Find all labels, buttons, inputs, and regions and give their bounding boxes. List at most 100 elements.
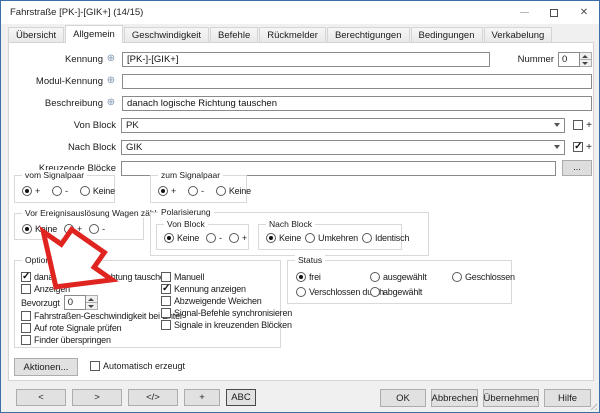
prev-button[interactable]: <: [16, 389, 66, 406]
radio-option[interactable]: Keine: [22, 224, 57, 234]
checkbox-option[interactable]: Auf rote Signale prüfen: [21, 323, 159, 333]
radio-option[interactable]: Umkehren: [305, 233, 358, 243]
checkbox-option[interactable]: Kennung anzeigen: [161, 284, 281, 294]
radio-icon[interactable]: [229, 233, 239, 243]
radio-option[interactable]: Keine: [266, 233, 301, 243]
maximize-button[interactable]: [539, 1, 569, 24]
minimize-button[interactable]: [509, 1, 539, 24]
beschreibung-input[interactable]: [122, 96, 592, 111]
radio-option[interactable]: ausgewählt: [370, 272, 452, 282]
radio-option[interactable]: +: [229, 233, 247, 243]
checkbox-icon[interactable]: [161, 308, 171, 318]
radio-icon[interactable]: [22, 224, 32, 234]
spin-up-icon[interactable]: [580, 53, 591, 60]
checkbox-option[interactable]: Signal-Befehle synchronisieren: [161, 308, 281, 318]
radio-icon[interactable]: [305, 233, 315, 243]
radio-icon[interactable]: [452, 272, 462, 282]
von-block-combobox[interactable]: PK: [121, 118, 565, 133]
checkbox-option[interactable]: Finder überspringen: [21, 335, 159, 345]
tab-rueckmelder[interactable]: Rückmelder: [259, 27, 326, 42]
radio-option[interactable]: -: [52, 186, 68, 196]
radio-option[interactable]: -: [188, 186, 204, 196]
tab-uebersicht[interactable]: Übersicht: [8, 27, 64, 42]
radio-option[interactable]: Verschlossen durch: [296, 287, 370, 297]
option-label: abgewählt: [383, 287, 422, 297]
radio-option[interactable]: Keine: [216, 186, 251, 196]
add-button[interactable]: +: [184, 389, 220, 406]
abbrechen-button[interactable]: Abbrechen: [431, 389, 478, 407]
von-block-plus-checkbox[interactable]: [573, 120, 583, 130]
checkbox-icon[interactable]: [161, 296, 171, 306]
radio-option[interactable]: Keine: [164, 233, 199, 243]
radio-icon[interactable]: [296, 287, 306, 297]
radio-icon[interactable]: [188, 186, 198, 196]
tab-verkabelung[interactable]: Verkabelung: [484, 27, 553, 42]
close-button[interactable]: ✕: [569, 1, 599, 24]
dialog-buttons: OK Abbrechen Übernehmen Hilfe: [380, 389, 591, 407]
spin-up-icon[interactable]: [86, 296, 97, 303]
radio-icon[interactable]: [80, 186, 90, 196]
uebernehmen-button[interactable]: Übernehmen: [483, 389, 539, 407]
tab-geschwindigkeit[interactable]: Geschwindigkeit: [124, 27, 209, 42]
spin-down-icon[interactable]: [580, 60, 591, 66]
radio-icon[interactable]: [158, 186, 168, 196]
radio-option[interactable]: Identisch: [362, 233, 409, 243]
modul-kennung-input[interactable]: [122, 74, 592, 89]
radio-icon[interactable]: [64, 224, 74, 234]
spin-down-icon[interactable]: [86, 303, 97, 309]
radio-option[interactable]: +: [22, 186, 40, 196]
checkbox-icon[interactable]: [21, 272, 31, 282]
radio-option[interactable]: Geschlossen: [452, 272, 515, 282]
radio-option[interactable]: +: [158, 186, 176, 196]
radio-option[interactable]: -: [206, 233, 222, 243]
compare-button[interactable]: </>: [128, 389, 178, 406]
checkbox-icon[interactable]: [161, 284, 171, 294]
radio-option[interactable]: frei: [296, 272, 370, 282]
radio-icon[interactable]: [216, 186, 226, 196]
radio-icon[interactable]: [370, 287, 380, 297]
browse-button[interactable]: ...: [562, 160, 592, 176]
nummer-value[interactable]: 0: [558, 52, 580, 67]
checkbox-option[interactable]: danach logische Richtung tauschen: [21, 272, 159, 282]
radio-icon[interactable]: [164, 233, 174, 243]
checkbox-icon[interactable]: [161, 320, 171, 330]
checkbox-icon[interactable]: [21, 323, 31, 333]
nach-block-plus-checkbox[interactable]: [573, 142, 583, 152]
checkbox-icon[interactable]: [161, 272, 171, 282]
checkbox-icon[interactable]: [21, 335, 31, 345]
checkbox-option[interactable]: Fahrstraßen-Geschwindigkeit bei Enter: [21, 311, 159, 321]
radio-option[interactable]: +: [64, 224, 82, 234]
bevorzugt-value[interactable]: 0: [64, 295, 86, 310]
chevron-down-icon[interactable]: [554, 145, 560, 149]
checkbox-option[interactable]: Manuell: [161, 272, 281, 282]
radio-icon[interactable]: [370, 272, 380, 282]
chevron-down-icon[interactable]: [554, 123, 560, 127]
tab-berechtigungen[interactable]: Berechtigungen: [327, 27, 410, 42]
radio-option[interactable]: -: [89, 224, 105, 234]
kennung-input[interactable]: [122, 52, 490, 67]
radio-icon[interactable]: [296, 272, 306, 282]
tab-allgemein[interactable]: Allgemein: [65, 25, 123, 43]
abc-button[interactable]: ABC: [226, 389, 256, 406]
radio-option[interactable]: abgewählt: [370, 287, 452, 297]
nach-block-combobox[interactable]: GIK: [121, 140, 565, 155]
ok-button[interactable]: OK: [380, 389, 426, 407]
hilfe-button[interactable]: Hilfe: [544, 389, 591, 407]
radio-icon[interactable]: [22, 186, 32, 196]
checkbox-option[interactable]: Abzweigende Weichen: [161, 296, 281, 306]
tab-befehle[interactable]: Befehle: [210, 27, 258, 42]
checkbox-option[interactable]: Signale in kreuzenden Blöcken: [161, 320, 281, 330]
checkbox-option[interactable]: Anzeigen: [21, 284, 159, 294]
automatisch-erzeugt-checkbox[interactable]: [90, 361, 100, 371]
radio-option[interactable]: Keine: [80, 186, 115, 196]
checkbox-icon[interactable]: [21, 284, 31, 294]
radio-icon[interactable]: [362, 233, 372, 243]
radio-icon[interactable]: [52, 186, 62, 196]
radio-icon[interactable]: [266, 233, 276, 243]
checkbox-icon[interactable]: [21, 311, 31, 321]
radio-icon[interactable]: [89, 224, 99, 234]
next-button[interactable]: >: [72, 389, 122, 406]
radio-icon[interactable]: [206, 233, 216, 243]
aktionen-button[interactable]: Aktionen...: [14, 358, 78, 376]
tab-bedingungen[interactable]: Bedingungen: [411, 27, 483, 42]
